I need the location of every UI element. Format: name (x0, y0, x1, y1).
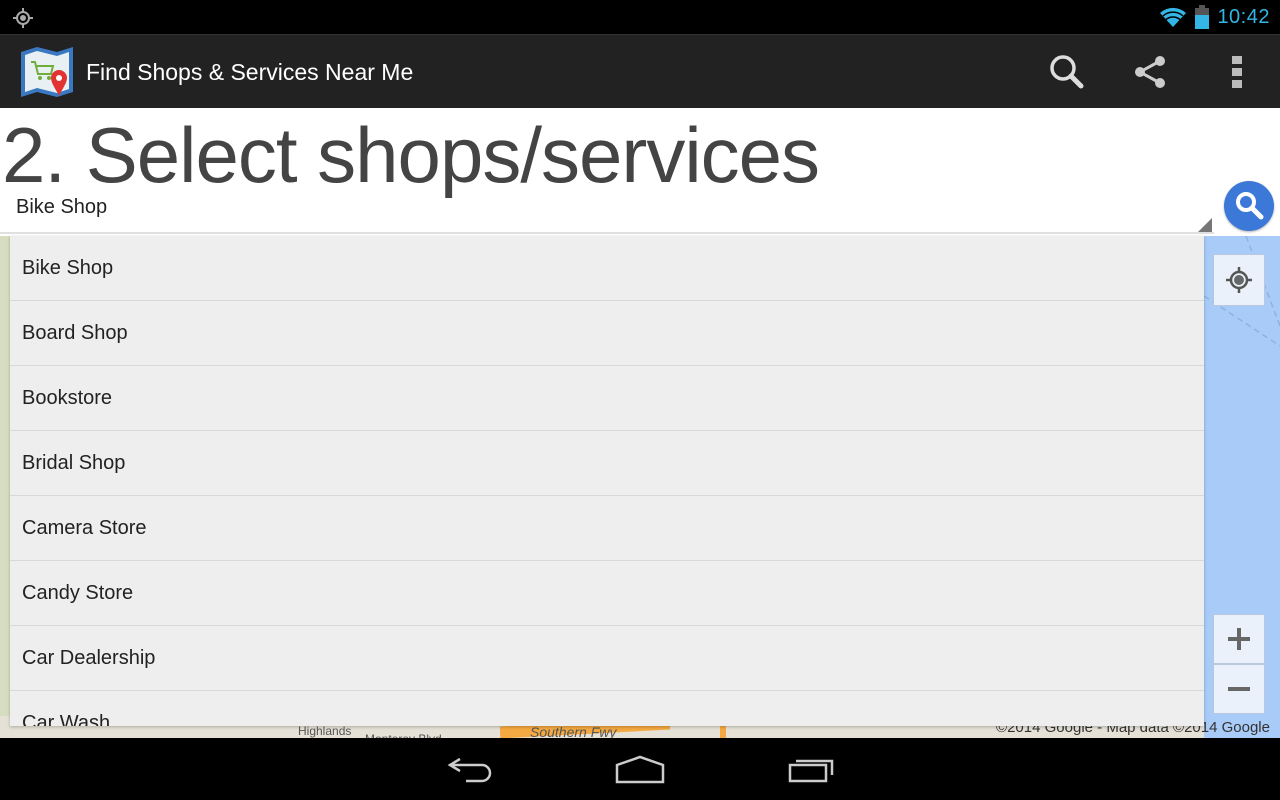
spinner-underline (0, 232, 1214, 234)
wifi-icon (1160, 7, 1187, 28)
overflow-menu-icon (1232, 56, 1242, 88)
minus-icon (1228, 687, 1250, 691)
dropdown-item[interactable]: Car Dealership (10, 626, 1204, 691)
search-places-button[interactable] (1224, 181, 1274, 231)
shop-type-spinner[interactable]: Bike Shop (0, 188, 1214, 234)
status-bar: 10:42 (0, 0, 1280, 34)
my-location-button[interactable] (1213, 254, 1265, 306)
nav-home-button[interactable] (605, 748, 675, 792)
dropdown-item[interactable]: Bike Shop (10, 236, 1204, 301)
dropdown-item[interactable]: Car Wash (10, 691, 1204, 727)
nav-back-button[interactable] (435, 748, 505, 792)
action-bar: Find Shops & Services Near Me (0, 34, 1280, 108)
recent-apps-icon (788, 759, 834, 783)
battery-icon (1195, 5, 1210, 29)
zoom-in-button[interactable] (1213, 614, 1265, 664)
dropdown-item[interactable]: Bridal Shop (10, 431, 1204, 496)
app-title: Find Shops & Services Near Me (86, 59, 414, 85)
dropdown-item[interactable]: Board Shop (10, 301, 1204, 366)
map-label-highlands: Highlands (298, 724, 352, 738)
gps-icon (13, 8, 33, 28)
plus-icon (1228, 628, 1250, 650)
map-park-area (0, 236, 10, 738)
zoom-out-button[interactable] (1213, 664, 1265, 714)
nav-recents-button[interactable] (776, 748, 846, 792)
main-content: 2. Select shops/services Bike Shop Highl… (0, 108, 1280, 738)
search-icon (1050, 55, 1084, 89)
system-nav-bar (0, 738, 1280, 800)
status-time: 10:42 (1217, 5, 1270, 28)
search-icon (1236, 192, 1264, 220)
dropdown-item[interactable]: Bookstore (10, 366, 1204, 431)
shop-type-dropdown-list[interactable]: Bike Shop Board Shop Bookstore Bridal Sh… (10, 236, 1204, 726)
action-overflow-button[interactable] (1214, 49, 1260, 95)
spinner-selected-value: Bike Shop (16, 196, 108, 218)
dropdown-item[interactable]: Camera Store (10, 496, 1204, 561)
dropdown-item[interactable]: Candy Store (10, 561, 1204, 626)
home-icon (615, 755, 665, 784)
share-icon (1135, 56, 1165, 88)
map-label-southern-fwy: Southern Fwy (530, 724, 617, 738)
back-icon (447, 757, 492, 783)
action-search-button[interactable] (1044, 49, 1090, 95)
shop-map-app-icon[interactable] (17, 42, 77, 102)
action-share-button[interactable] (1127, 49, 1173, 95)
spinner-dropdown-indicator-icon (1198, 218, 1212, 232)
my-location-icon (1226, 267, 1252, 293)
